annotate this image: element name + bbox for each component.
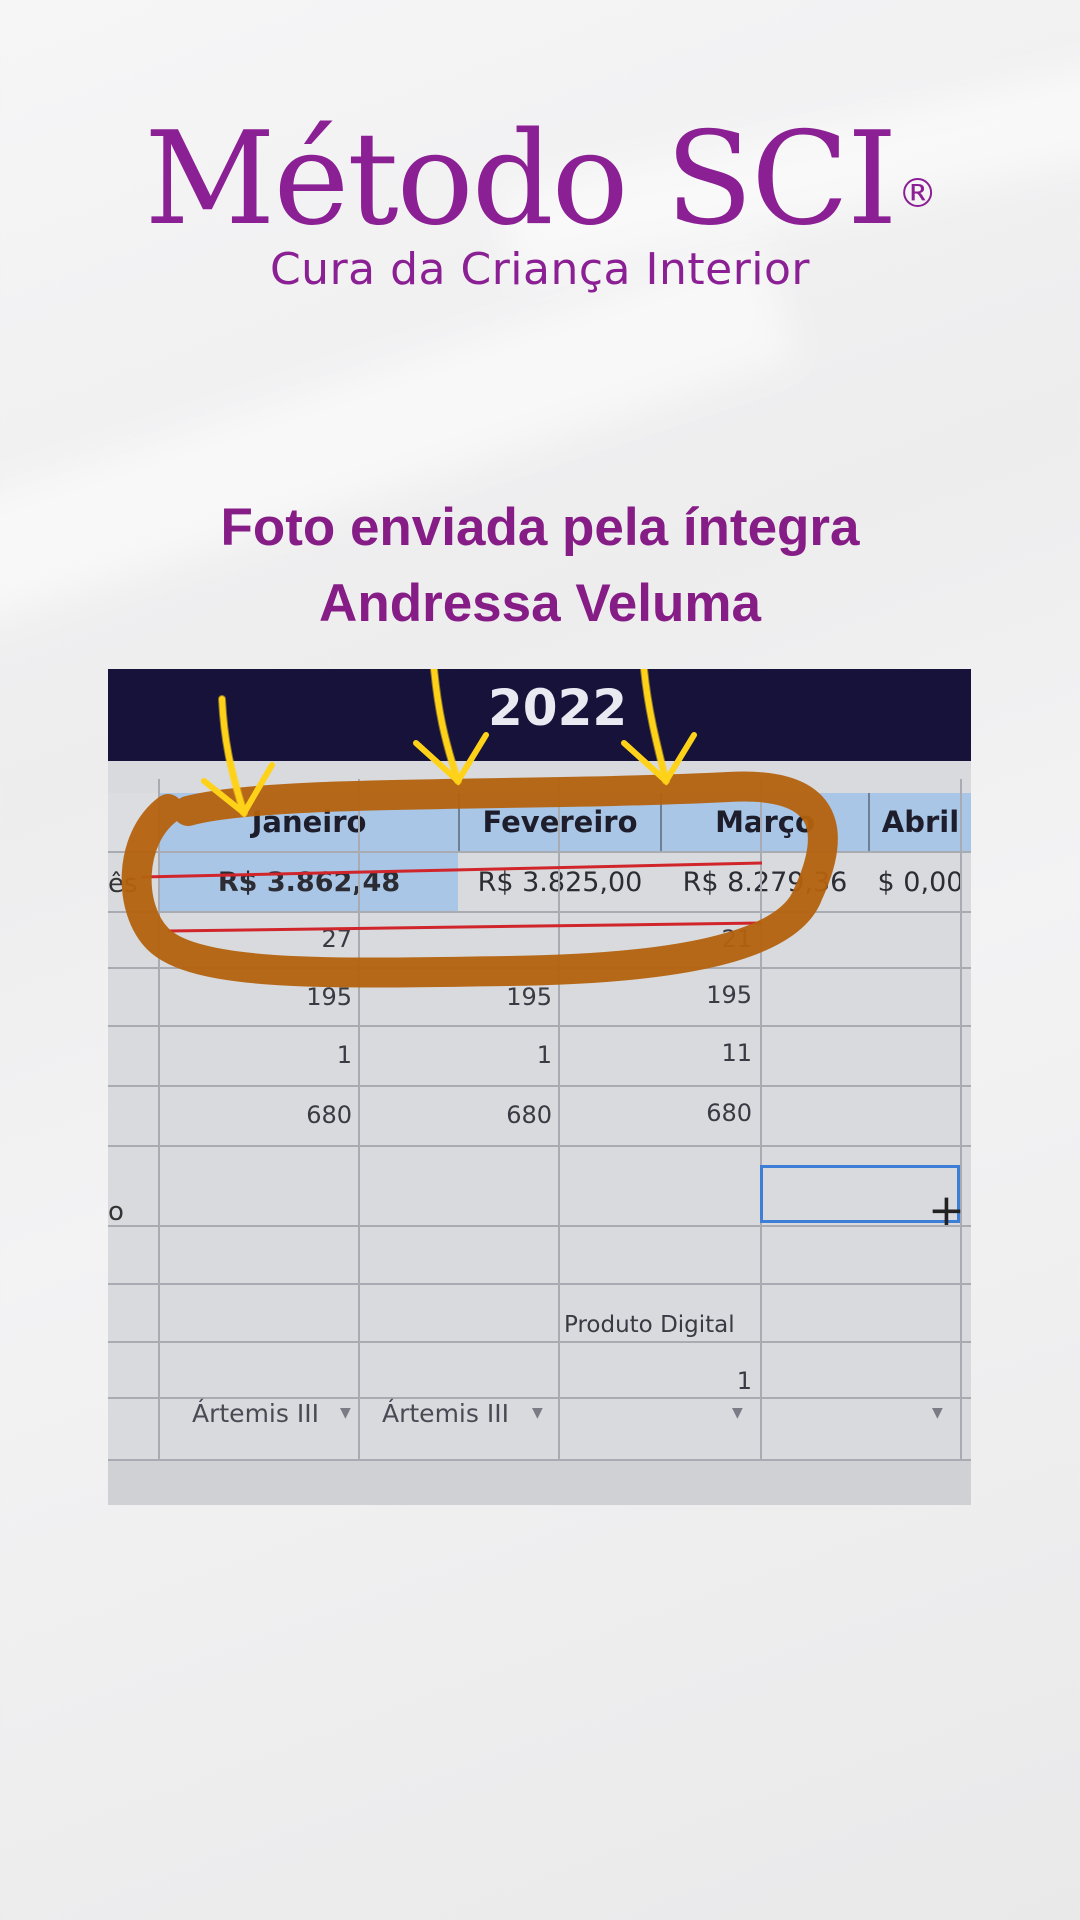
red-underline-bottom (167, 921, 763, 933)
caption-line-1: Foto enviada pela íntegra (220, 498, 860, 557)
annotation-overlay (121, 669, 838, 988)
red-underline-top (141, 861, 763, 879)
logo-subtitle: Cura da Criança Interior (269, 244, 811, 295)
caption-line-2: Andressa Veluma (319, 574, 761, 633)
arrow-down-icon (621, 669, 697, 786)
logo-title: Método SCI® (144, 105, 938, 254)
spreadsheet-photo: 2022 Janeiro Fevereiro Março Abril ês R$… (108, 669, 971, 1505)
caption: Foto enviada pela íntegra Andressa Velum… (0, 490, 1080, 642)
arrow-down-icon (413, 669, 489, 786)
orange-highlight-loop (121, 771, 838, 988)
registered-mark: ® (897, 171, 938, 217)
